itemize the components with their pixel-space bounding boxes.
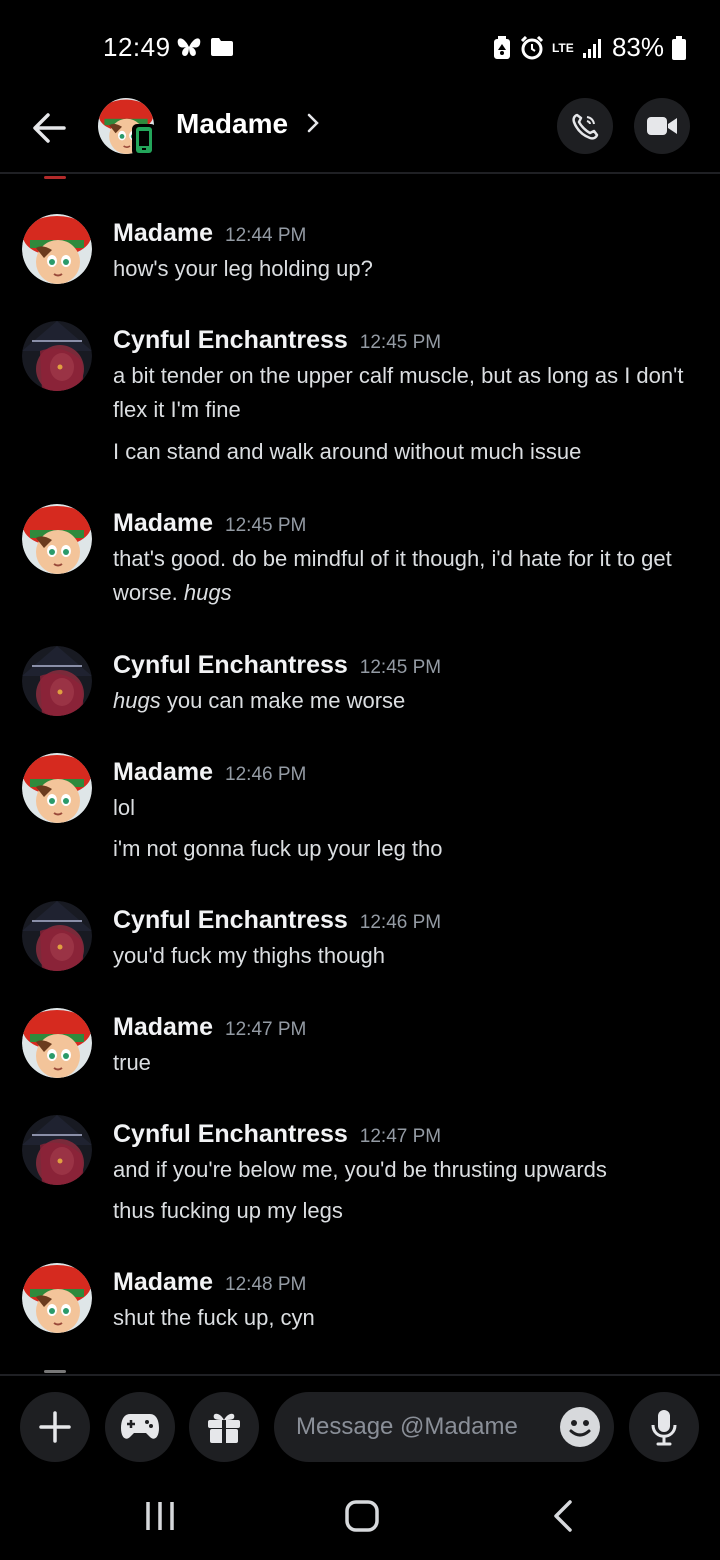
message-text[interactable]: hugs you can make me worse <box>113 684 693 718</box>
avatar[interactable] <box>22 321 92 391</box>
voice-call-button[interactable] <box>557 98 613 154</box>
system-nav-bar <box>0 1478 720 1560</box>
timestamp: 12:47 PM <box>225 1019 307 1040</box>
plus-icon <box>39 1411 71 1443</box>
author-name[interactable]: Cynful Enchantress <box>113 326 348 354</box>
message-text[interactable]: that's good. do be mindful of it though,… <box>113 542 693 610</box>
timestamp: 12:46 PM <box>359 912 442 933</box>
chat-header: Madame <box>0 90 720 174</box>
message-text[interactable]: i'm not gonna fuck up your leg tho <box>113 832 693 866</box>
network-type: LTE <box>551 40 574 55</box>
phone-icon <box>572 113 599 140</box>
avatar[interactable] <box>22 1008 92 1078</box>
status-bar: 12:49 LTE 83% <box>0 0 720 90</box>
video-call-button[interactable] <box>634 98 690 154</box>
alarm-icon <box>520 35 544 59</box>
timestamp: 12:45 PM <box>359 657 442 678</box>
author-name[interactable]: Madame <box>113 509 213 537</box>
timestamp: 12:48 PM <box>225 1274 307 1295</box>
home-icon <box>345 1500 379 1532</box>
recents-icon <box>146 1502 174 1530</box>
battery-icon <box>672 35 686 60</box>
message-text[interactable]: lol <box>113 791 693 825</box>
message-text[interactable]: I can stand and walk around without much… <box>113 435 693 469</box>
message-text[interactable]: shut the fuck up, cyn <box>113 1301 693 1335</box>
avatar[interactable] <box>22 1263 92 1333</box>
back-nav-button[interactable] <box>546 1494 582 1543</box>
battery-saver-icon <box>493 35 510 59</box>
partial-avatar-top <box>44 176 66 179</box>
timestamp: 12:44 PM <box>225 225 307 246</box>
video-camera-icon <box>647 117 677 135</box>
add-attachment-button[interactable] <box>20 1392 90 1462</box>
microphone-icon <box>651 1410 677 1446</box>
message-text[interactable]: you'd fuck my thighs though <box>113 939 693 973</box>
avatar[interactable] <box>22 753 92 823</box>
author-name[interactable]: Cynful Enchantress <box>113 906 348 934</box>
avatar[interactable] <box>22 901 92 971</box>
message-list[interactable]: Madame 12:44 PM how's your leg holding up… <box>0 176 720 1374</box>
channel-title[interactable]: Madame <box>176 108 288 140</box>
header-avatar[interactable] <box>98 98 156 156</box>
italic-text: hugs <box>183 580 232 605</box>
avatar[interactable] <box>22 1115 92 1185</box>
activities-button[interactable] <box>105 1392 175 1462</box>
partial-avatar-bottom <box>44 1370 66 1373</box>
gamepad-icon <box>121 1414 159 1439</box>
timestamp: 12:46 PM <box>225 764 307 785</box>
smiley-icon <box>569 1420 591 1437</box>
author-name[interactable]: Madame <box>113 1268 213 1296</box>
gift-button[interactable] <box>189 1392 259 1462</box>
author-name[interactable]: Madame <box>113 1013 213 1041</box>
message-text[interactable]: and if you're below me, you'd be thrusti… <box>113 1153 693 1187</box>
timestamp: 12:47 PM <box>359 1126 442 1147</box>
home-button[interactable] <box>340 1494 384 1543</box>
message-text[interactable]: thus fucking up my legs <box>113 1194 693 1228</box>
signal-icon <box>582 38 601 58</box>
avatar[interactable] <box>22 504 92 574</box>
composer-bar: Message @Madame <box>0 1374 720 1478</box>
chevron-left-icon <box>554 1500 572 1532</box>
butterfly-icon <box>177 38 201 56</box>
emoji-button[interactable] <box>560 1407 600 1447</box>
author-name[interactable]: Madame <box>113 758 213 786</box>
avatar[interactable] <box>22 214 92 284</box>
folder-icon <box>211 38 233 56</box>
timestamp: 12:45 PM <box>359 332 442 353</box>
author-name[interactable]: Cynful Enchantress <box>113 1120 348 1148</box>
gift-icon <box>208 1413 240 1443</box>
arrow-left-icon <box>33 113 66 143</box>
author-name[interactable]: Cynful Enchantress <box>113 651 348 679</box>
back-button[interactable] <box>28 106 72 150</box>
recents-button[interactable] <box>140 1494 180 1543</box>
mobile-status-icon <box>132 124 156 156</box>
author-name[interactable]: Madame <box>113 219 213 247</box>
message-text[interactable]: how's your leg holding up? <box>113 252 693 286</box>
status-time: 12:49 <box>103 32 171 62</box>
chevron-right-icon[interactable] <box>306 112 320 139</box>
message-text[interactable]: a bit tender on the upper calf muscle, b… <box>113 359 693 427</box>
voice-message-button[interactable] <box>629 1392 699 1462</box>
message-text[interactable]: true <box>113 1046 693 1080</box>
avatar[interactable] <box>22 646 92 716</box>
battery-percent: 83% <box>611 32 664 62</box>
message-input[interactable]: Message @Madame <box>274 1392 614 1462</box>
message-input-placeholder: Message @Madame <box>296 1413 518 1440</box>
timestamp: 12:45 PM <box>225 515 307 536</box>
italic-text: hugs <box>113 688 161 713</box>
